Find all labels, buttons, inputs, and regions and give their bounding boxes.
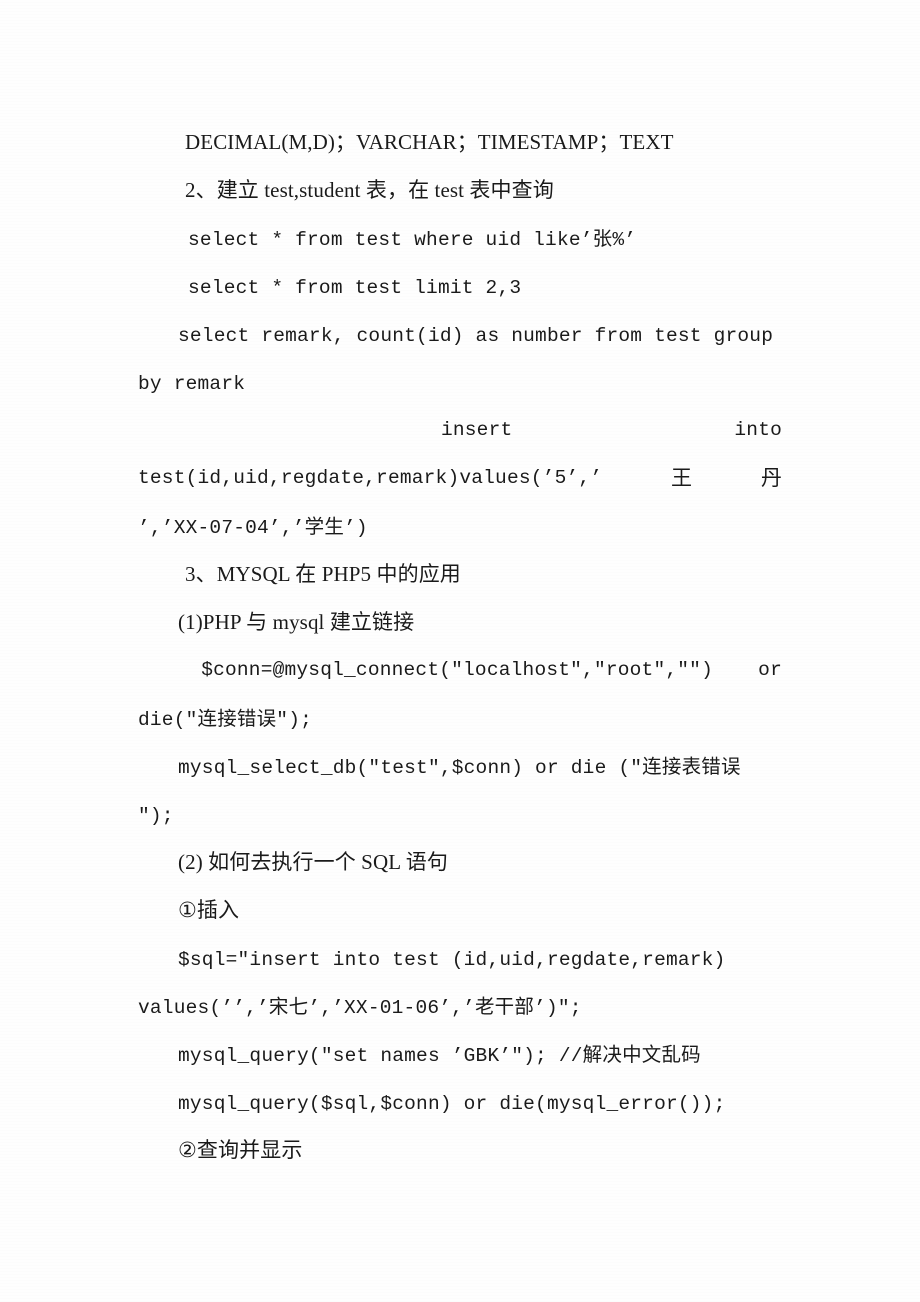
text-line-select-where: select * from test where uid like’张%’ (138, 214, 782, 262)
text-line-item-insert: ①插入 (138, 886, 782, 934)
line-text: select remark, count(id) as number from … (178, 325, 774, 347)
text-line-select-db-tail: "); (138, 790, 782, 838)
line-text: ②查询并显示 (178, 1138, 303, 1162)
text-line-datatypes: DECIMAL(M,D)；VARCHAR；TIMESTAMP；TEXT (138, 118, 782, 166)
text-line-select-db: mysql_select_db("test",$conn) or die ("连… (138, 742, 782, 790)
text-line-create-tables: 2、建立 test,student 表，在 test 表中查询 (138, 166, 782, 214)
text-line-sql-insert-values: values(’’,’宋七’,’XX-01-06’,’老干部’)"; (138, 982, 782, 1030)
text-line-subsection-connect: (1)PHP 与 mysql 建立链接 (138, 598, 782, 646)
line-text: (1)PHP 与 mysql 建立链接 (178, 610, 415, 634)
line-text-name-dan: 丹 (760, 466, 782, 490)
text-line-item-query-display: ②查询并显示 (138, 1126, 782, 1174)
line-text: select * from test limit 2,3 (188, 277, 522, 299)
line-text: select * from test where uid like’张%’ (188, 229, 637, 251)
justify-gap (586, 406, 660, 454)
text-line-insert-values-tail: ’,’XX-07-04’,’学生’) (138, 502, 782, 550)
text-line-select-group-part2: by remark (138, 358, 782, 406)
line-text-conn: $conn=@mysql_connect("localhost","root",… (201, 659, 713, 681)
text-line-select-group-part1: select remark, count(id) as number from … (138, 310, 782, 358)
text-line-subsection-execute-sql: (2) 如何去执行一个 SQL 语句 (138, 838, 782, 886)
line-text: (2) 如何去执行一个 SQL 语句 (178, 850, 448, 874)
line-text: $sql="insert into test (id,uid,regdate,r… (178, 949, 726, 971)
line-text-insert: insert (440, 419, 513, 441)
justified-row: insert into (138, 406, 782, 454)
justify-gap (512, 406, 586, 454)
text-line-select-limit: select * from test limit 2,3 (138, 262, 782, 310)
leading-space (138, 646, 156, 694)
line-text: mysql_select_db("test",$conn) or die ("连… (178, 757, 741, 779)
justified-row: test(id,uid,regdate,remark)values(’5’,’ … (138, 454, 782, 502)
justify-gap (660, 406, 734, 454)
line-text-values: test(id,uid,regdate,remark)values(’5’,’ (138, 467, 603, 489)
text-line-conn-statement: $conn=@mysql_connect("localhost","root",… (138, 646, 782, 694)
line-text-or: or (758, 659, 782, 681)
justified-row: $conn=@mysql_connect("localhost","root",… (138, 646, 782, 694)
line-text: 2、建立 test,student 表，在 test 表中查询 (185, 178, 554, 202)
document-text-body: DECIMAL(M,D)；VARCHAR；TIMESTAMP；TEXT 2、建立… (138, 118, 782, 1174)
line-text: ’,’XX-07-04’,’学生’) (138, 517, 368, 539)
line-text: mysql_query($sql,$conn) or die(mysql_err… (178, 1093, 726, 1115)
line-text: by remark (138, 373, 246, 395)
text-line-insert-values: test(id,uid,regdate,remark)values(’5’,’ … (138, 454, 782, 502)
text-line-query-execute: mysql_query($sql,$conn) or die(mysql_err… (138, 1078, 782, 1126)
line-text: die("连接错误"); (138, 709, 313, 731)
line-text: "); (138, 805, 174, 827)
line-text: DECIMAL(M,D)；VARCHAR；TIMESTAMP；TEXT (185, 130, 674, 154)
document-page: DECIMAL(M,D)；VARCHAR；TIMESTAMP；TEXT 2、建立… (0, 0, 920, 1302)
line-text: 3、MYSQL 在 PHP5 中的应用 (185, 562, 461, 586)
text-line-section-mysql-php5: 3、MYSQL 在 PHP5 中的应用 (138, 550, 782, 598)
text-line-query-set-names: mysql_query("set names ’GBK’"); //解决中文乱码 (138, 1030, 782, 1078)
text-line-conn-die: die("连接错误"); (138, 694, 782, 742)
line-text: ①插入 (178, 898, 240, 922)
line-text: mysql_query("set names ’GBK’"); //解决中文乱码 (178, 1045, 701, 1067)
line-text: values(’’,’宋七’,’XX-01-06’,’老干部’)"; (138, 997, 582, 1019)
text-line-sql-insert: $sql="insert into test (id,uid,regdate,r… (138, 934, 782, 982)
text-line-insert-header: insert into (138, 406, 782, 454)
line-text-name-wang: 王 (670, 466, 693, 490)
line-text-into: into (734, 419, 782, 441)
